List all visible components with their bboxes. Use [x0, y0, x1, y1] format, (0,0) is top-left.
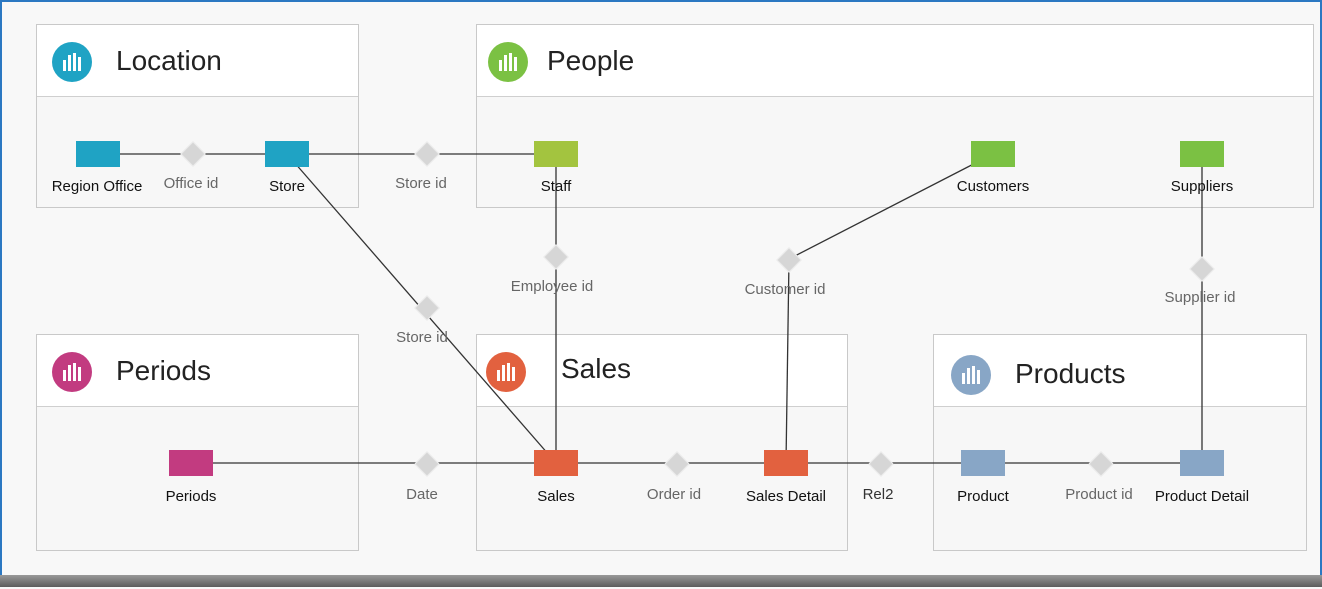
entity-node-suppliers[interactable] — [1180, 141, 1224, 167]
node-label: Staff — [540, 178, 572, 195]
entity-node-product-detail[interactable] — [1180, 450, 1224, 476]
relationship-label: Order id — [646, 486, 702, 503]
node-label: Region Office — [51, 178, 143, 195]
relationship-label: Store id — [395, 175, 447, 192]
entity-node-product[interactable] — [961, 450, 1005, 476]
node-label: Product — [957, 488, 1009, 505]
bottom-shadow — [0, 575, 1322, 587]
node-label: Suppliers — [1170, 178, 1234, 195]
relationship-label: Date — [406, 486, 438, 503]
relationship-label: Rel2 — [862, 486, 894, 503]
entity-node-customers[interactable] — [971, 141, 1015, 167]
node-label: Store — [269, 178, 305, 195]
node-label: Customers — [956, 178, 1030, 195]
relationship-label: Employee id — [510, 278, 594, 295]
relationship-label: Office id — [163, 175, 219, 192]
relationship-label: Customer id — [744, 281, 826, 298]
diagram-canvas: Location People Periods Sales Products R… — [0, 0, 1322, 587]
relationship-label: Store id — [396, 329, 448, 346]
entity-node-sales-detail[interactable] — [764, 450, 808, 476]
entity-node-region-office[interactable] — [76, 141, 120, 167]
relationship-label: Product id — [1065, 486, 1133, 503]
node-label: Periods — [165, 488, 217, 505]
node-label: Sales — [537, 488, 575, 505]
entity-node-staff[interactable] — [534, 141, 578, 167]
entity-node-store[interactable] — [265, 141, 309, 167]
node-label: Sales Detail — [745, 488, 827, 505]
relationship-label: Supplier id — [1164, 289, 1236, 306]
node-label: Product Detail — [1154, 488, 1250, 505]
entity-node-sales[interactable] — [534, 450, 578, 476]
entity-node-periods[interactable] — [169, 450, 213, 476]
